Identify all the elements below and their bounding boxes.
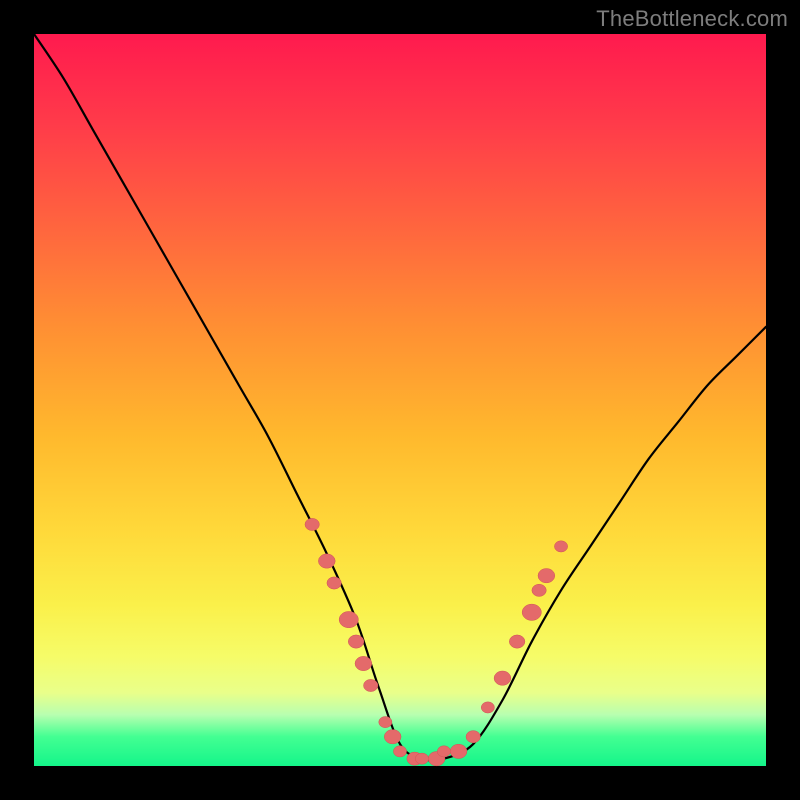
bottleneck-curve: [34, 34, 766, 761]
curve-svg: [34, 34, 766, 766]
curve-marker: [305, 518, 319, 530]
curve-marker: [509, 635, 525, 648]
curve-marker: [450, 744, 467, 758]
chart-frame: TheBottleneck.com: [0, 0, 800, 800]
curve-marker: [415, 753, 428, 764]
curve-marker: [393, 746, 406, 757]
curve-marker: [538, 569, 555, 583]
curve-marker: [339, 611, 358, 627]
curve-marker: [318, 554, 335, 568]
marker-group: [305, 518, 568, 766]
curve-marker: [522, 604, 541, 620]
curve-marker: [364, 679, 378, 691]
curve-marker: [379, 716, 392, 727]
curve-marker: [494, 671, 511, 685]
curve-marker: [327, 577, 341, 589]
plot-area: [34, 34, 766, 766]
curve-marker: [355, 656, 372, 670]
curve-marker: [384, 730, 401, 744]
curve-marker: [532, 584, 546, 596]
curve-marker: [437, 746, 450, 757]
curve-marker: [554, 541, 567, 552]
watermark-label: TheBottleneck.com: [596, 6, 788, 32]
curve-marker: [348, 635, 364, 648]
curve-marker: [466, 731, 480, 743]
curve-marker: [481, 702, 494, 713]
